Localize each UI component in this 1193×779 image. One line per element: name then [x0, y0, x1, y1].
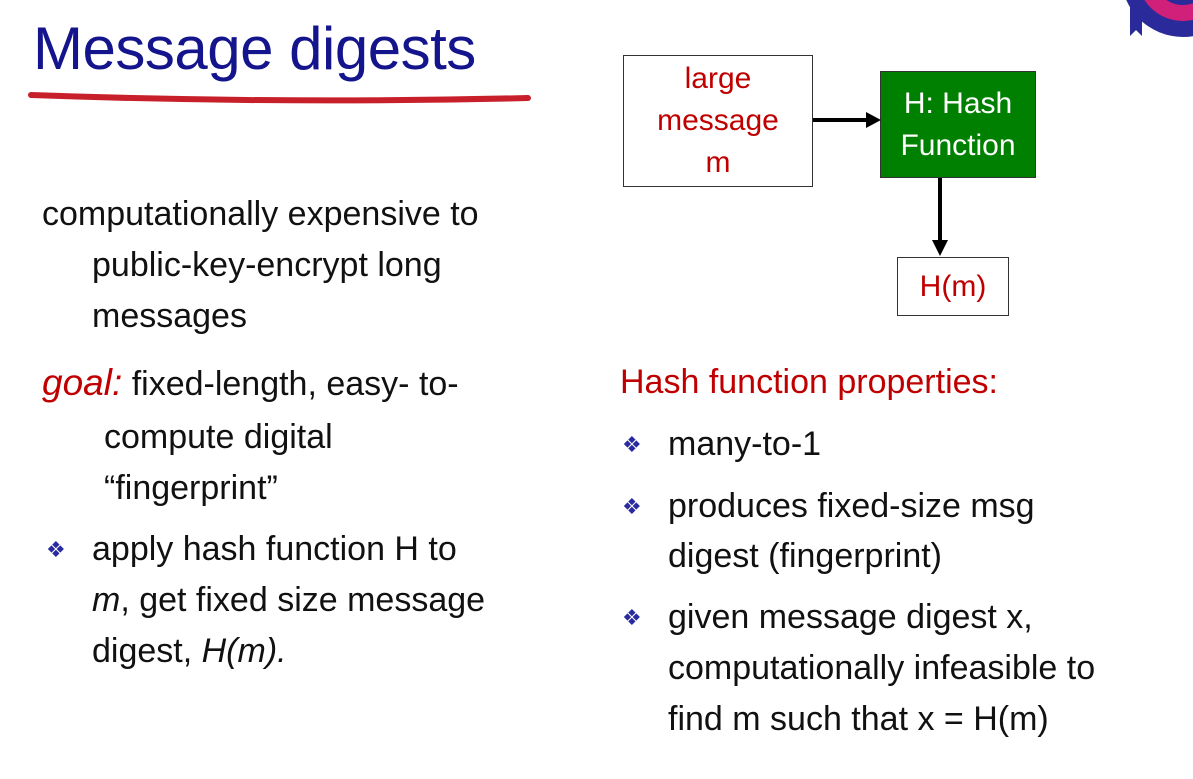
- property-3-line-3: find m such that x = H(m): [668, 700, 1049, 738]
- arrow-right-head: [866, 112, 881, 128]
- property-3-line-2: computationally infeasible to: [668, 649, 1096, 687]
- properties-heading: Hash function properties:: [620, 363, 998, 401]
- property-1: many-to-1: [668, 425, 822, 463]
- property-2-line-2: digest (fingerprint): [668, 537, 943, 575]
- property-2-line-1: produces fixed-size msg: [668, 487, 1035, 525]
- arrow-down-head: [932, 240, 948, 256]
- bullet-icon: ❖: [622, 494, 642, 519]
- property-3-line-1: given message digest x,: [668, 598, 1033, 636]
- bullet-icon: ❖: [622, 605, 642, 630]
- bullet-icon: ❖: [622, 432, 642, 457]
